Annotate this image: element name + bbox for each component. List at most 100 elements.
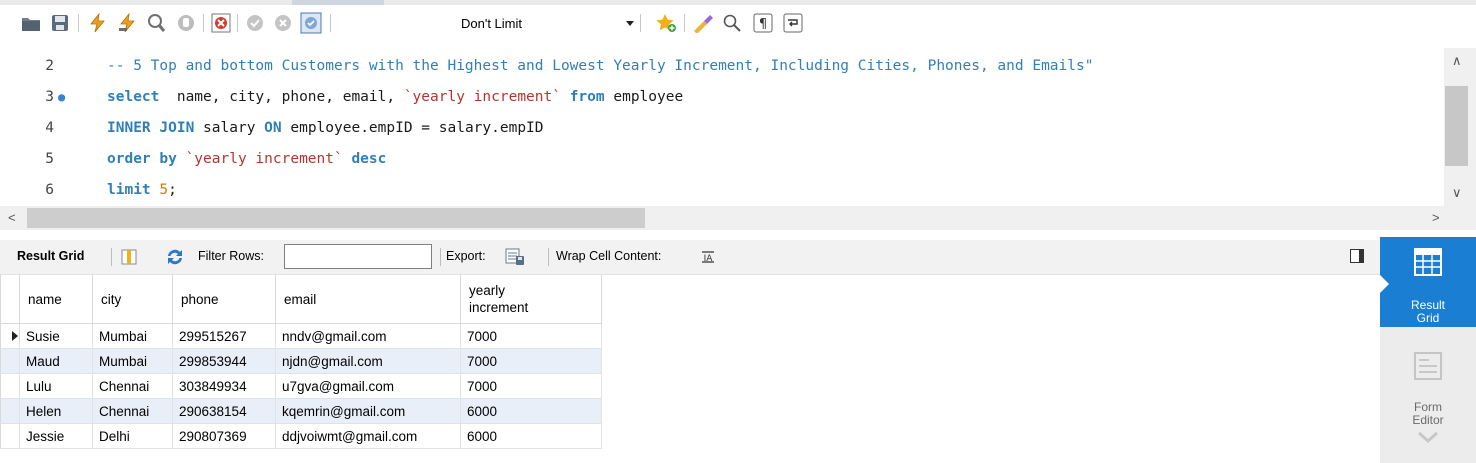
active-tab-indicator <box>292 0 384 5</box>
column-header-email[interactable]: email <box>275 275 461 324</box>
table-row[interactable]: Lulu Chennai 303849934 u7gva@gmail.com 7000 <box>0 373 602 399</box>
cell-phone[interactable]: 299515267 <box>172 323 276 349</box>
cell-phone[interactable]: 299853944 <box>172 348 276 374</box>
cell-phone[interactable]: 303849934 <box>172 373 276 399</box>
open-folder-icon[interactable] <box>20 12 42 34</box>
code-line[interactable]: 2 -- 5 Top and bottom Customers with the … <box>0 51 1444 82</box>
execute-current-icon[interactable] <box>116 12 138 34</box>
column-header-city[interactable]: city <box>92 275 173 324</box>
limit-rows-select[interactable]: Don't Limit <box>452 14 640 34</box>
cell-name[interactable]: Susie <box>19 323 93 349</box>
cell-yearly-increment[interactable]: 6000 <box>460 423 602 449</box>
code-token: name, city, phone, email, <box>159 89 404 105</box>
cell-yearly-increment[interactable]: 6000 <box>460 398 602 424</box>
cell-email[interactable]: u7gva@gmail.com <box>275 373 461 399</box>
editor-horizontal-scrollbar[interactable]: < > <box>0 206 1476 230</box>
stop-icon[interactable] <box>175 12 197 34</box>
save-icon[interactable] <box>49 12 71 34</box>
svg-text:¶: ¶ <box>759 17 767 32</box>
code-line[interactable]: 4 INNER JOIN salary ON employee.empID = s… <box>0 113 1444 144</box>
beautify-icon[interactable] <box>692 12 714 34</box>
scrollbar-thumb[interactable] <box>1445 86 1468 166</box>
form-editor-panel-button[interactable]: Form Editor <box>1380 347 1476 444</box>
rollback-icon[interactable] <box>272 12 294 34</box>
row-header[interactable] <box>0 373 20 399</box>
header-row: name city phone email yearly increment <box>0 275 602 324</box>
row-header[interactable] <box>0 423 20 449</box>
code-token: `yearly increment` <box>185 151 343 167</box>
cell-email[interactable]: njdn@gmail.com <box>275 348 461 374</box>
find-icon[interactable] <box>721 12 743 34</box>
toggle-error-icon[interactable] <box>210 12 232 34</box>
code-token: ON <box>264 120 282 136</box>
autocommit-icon[interactable] <box>300 12 322 34</box>
row-header[interactable] <box>0 348 20 374</box>
sql-editor[interactable]: 2 -- 5 Top and bottom Customers with the … <box>0 48 1444 206</box>
code-line[interactable]: 5 order by `yearly increment` desc <box>0 144 1444 175</box>
result-grid[interactable]: name city phone email yearly increment S… <box>0 275 602 449</box>
cell-name[interactable]: Helen <box>19 398 93 424</box>
scroll-down-icon[interactable]: ∨ <box>1452 186 1462 200</box>
toggle-side-panel-icon[interactable] <box>1350 249 1364 263</box>
table-row[interactable]: Maud Mumbai 299853944 njdn@gmail.com 7000 <box>0 348 602 374</box>
toolbar-separator <box>548 248 549 266</box>
line-number: 4 <box>45 120 54 136</box>
refresh-icon[interactable] <box>164 246 186 268</box>
chevron-down-icon[interactable] <box>1417 431 1439 446</box>
scroll-left-icon[interactable]: < <box>8 211 16 225</box>
code-text: select name, city, phone, email, `yearly… <box>107 82 683 113</box>
table-row[interactable]: Helen Chennai 290638154 kqemrin@gmail.com 60… <box>0 398 602 424</box>
code-token: order by <box>107 151 177 167</box>
execute-icon[interactable] <box>86 12 108 34</box>
cell-phone[interactable]: 290807369 <box>172 423 276 449</box>
toolbar-separator <box>640 14 641 32</box>
table-row[interactable]: Susie Mumbai 299515267 nndv@gmail.com 7000 <box>0 323 602 349</box>
cell-city[interactable]: Delhi <box>92 423 173 449</box>
wrap-icon[interactable] <box>782 12 804 34</box>
row-header[interactable] <box>0 398 20 424</box>
cell-city[interactable]: Mumbai <box>92 323 173 349</box>
column-layout-icon[interactable] <box>118 246 140 268</box>
invisible-chars-icon[interactable]: ¶ <box>752 12 774 34</box>
scroll-up-icon[interactable]: ∧ <box>1452 54 1462 68</box>
code-line[interactable]: 3 ● select name, city, phone, email, `year… <box>0 82 1444 113</box>
cell-name[interactable]: Maud <box>19 348 93 374</box>
wrap-cell-content-icon[interactable]: IA <box>697 246 719 268</box>
cell-email[interactable]: kqemrin@gmail.com <box>275 398 461 424</box>
cell-yearly-increment[interactable]: 7000 <box>460 373 602 399</box>
editor-vertical-scrollbar[interactable]: ∧ ∨ <box>1444 48 1476 206</box>
filter-rows-label: Filter Rows: <box>198 249 264 263</box>
scroll-right-icon[interactable]: > <box>1432 211 1440 225</box>
filter-rows-input[interactable] <box>284 244 432 269</box>
code-token: desc <box>351 151 387 167</box>
cell-name[interactable]: Lulu <box>19 373 93 399</box>
favorite-icon[interactable] <box>655 12 677 34</box>
code-token: employee.empID = salary.empID <box>281 120 544 136</box>
cell-email[interactable]: nndv@gmail.com <box>275 323 461 349</box>
cell-yearly-increment[interactable]: 7000 <box>460 348 602 374</box>
table-row[interactable]: Jessie Delhi 290807369 ddjvoiwmt@gmail.com 6… <box>0 423 602 449</box>
cell-phone[interactable]: 290638154 <box>172 398 276 424</box>
column-header-phone[interactable]: phone <box>172 275 276 324</box>
code-line[interactable]: 6 limit 5; <box>0 175 1444 206</box>
cell-yearly-increment[interactable]: 7000 <box>460 323 602 349</box>
code-token: ; <box>168 182 177 198</box>
cell-name[interactable]: Jessie <box>19 423 93 449</box>
cell-city[interactable]: Chennai <box>92 398 173 424</box>
cell-email[interactable]: ddjvoiwmt@gmail.com <box>275 423 461 449</box>
line-number: 5 <box>45 151 54 167</box>
row-header[interactable] <box>0 323 20 349</box>
result-grid-panel-button[interactable]: Result Grid <box>1380 237 1476 327</box>
panel-splitter[interactable] <box>0 230 1476 240</box>
export-icon[interactable] <box>504 246 526 268</box>
chevron-down-icon <box>626 21 634 26</box>
column-header-yearly-increment[interactable]: yearly increment <box>460 275 602 324</box>
commit-icon[interactable] <box>244 12 266 34</box>
scrollbar-thumb[interactable] <box>27 208 645 228</box>
cell-city[interactable]: Mumbai <box>92 348 173 374</box>
explain-icon[interactable] <box>145 12 167 34</box>
code-text: limit 5; <box>107 175 177 206</box>
column-header-name[interactable]: name <box>19 275 93 324</box>
cell-city[interactable]: Chennai <box>92 373 173 399</box>
